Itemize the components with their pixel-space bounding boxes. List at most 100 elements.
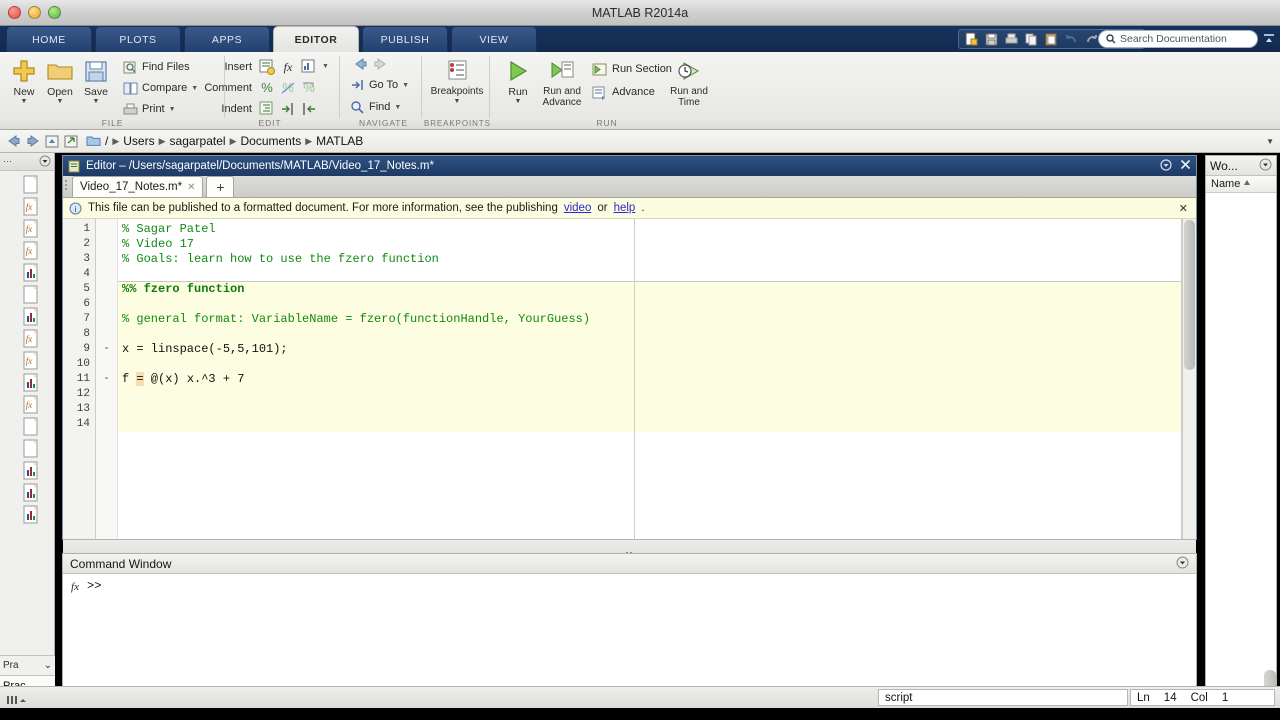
undock-icon[interactable] xyxy=(1160,158,1172,174)
breakpoint-slot[interactable] xyxy=(96,252,117,267)
go-to-caret[interactable]: ▼ xyxy=(402,82,409,89)
dock-grip-icon[interactable] xyxy=(6,694,28,706)
file-blank-icon[interactable] xyxy=(22,175,40,195)
breakpoint-slot[interactable] xyxy=(96,417,117,432)
code-line[interactable] xyxy=(118,327,1181,342)
editor-vertical-scrollbar[interactable] xyxy=(1182,219,1196,539)
run-and-time-button[interactable]: Run and Time xyxy=(664,56,714,108)
compare-button[interactable]: Compare ▼ xyxy=(122,80,198,96)
breadcrumb-item-matlab[interactable]: MATLAB xyxy=(316,134,363,148)
code-line[interactable] xyxy=(118,267,1181,282)
nav-back-icon[interactable] xyxy=(4,132,23,151)
close-tab-icon[interactable]: ✕ xyxy=(187,182,195,193)
code-line[interactable] xyxy=(118,402,1181,417)
breakpoint-slot[interactable] xyxy=(96,222,117,237)
breakpoint-slot[interactable]: - xyxy=(96,372,117,387)
figure-chart-icon[interactable] xyxy=(22,483,40,503)
breakpoint-slot[interactable] xyxy=(96,267,117,282)
run-and-advance-button[interactable]: Run and Advance xyxy=(536,56,588,108)
new-script-icon[interactable] xyxy=(963,31,980,48)
minimize-window-button[interactable] xyxy=(28,6,41,19)
command-window-body[interactable]: fx >> xyxy=(63,574,1196,603)
function-fx-icon[interactable]: fx xyxy=(22,351,40,371)
comment-icon[interactable]: % xyxy=(258,79,276,97)
publishing-video-link[interactable]: video xyxy=(564,202,592,214)
breadcrumb-root[interactable]: / xyxy=(105,134,108,148)
code-line[interactable]: % Goals: learn how to use the fzero func… xyxy=(118,252,1181,267)
breakpoint-slot[interactable] xyxy=(96,297,117,312)
file-blank-icon[interactable] xyxy=(22,285,40,305)
command-window[interactable]: Command Window fx >> xyxy=(62,553,1197,693)
open-button[interactable]: Open ▼ xyxy=(40,56,80,106)
code-line[interactable]: % Sagar Patel xyxy=(118,222,1181,237)
figure-chart-icon[interactable] xyxy=(22,461,40,481)
folder-name-truncated-row[interactable]: Pra ⌄ xyxy=(0,655,55,675)
folder-file-icons[interactable]: fx fx fx fx fx fx xyxy=(0,171,54,661)
breadcrumb-item-sagarpatel[interactable]: sagarpatel xyxy=(170,134,226,148)
file-blank-icon[interactable] xyxy=(22,439,40,459)
indent-left-icon[interactable] xyxy=(300,100,318,118)
function-fx-icon[interactable]: fx xyxy=(22,329,40,349)
insert-function-icon[interactable]: fx xyxy=(279,58,297,76)
back-arrow-icon[interactable] xyxy=(351,56,369,74)
code-line[interactable] xyxy=(118,357,1181,372)
code-line[interactable] xyxy=(118,417,1181,432)
code-editor-area[interactable]: 1 2 3 4 5 6 7 8 9 10 11 12 13 14 -- % Sagar Patel% Vi… xyxy=(63,219,1196,539)
insert-text-icon[interactable] xyxy=(258,58,276,76)
breadcrumb-item-documents[interactable]: Documents xyxy=(241,134,302,148)
close-window-button[interactable] xyxy=(8,6,21,19)
collapse-ribbon-icon[interactable] xyxy=(1262,32,1276,46)
indent-right-icon[interactable] xyxy=(279,100,297,118)
insert-data-icon[interactable] xyxy=(300,58,318,76)
find-button[interactable]: Find ▼ xyxy=(349,99,401,115)
code-line[interactable]: x = linspace(-5,5,101); xyxy=(118,342,1181,357)
code-line[interactable]: % Video 17 xyxy=(118,237,1181,252)
browse-folder-icon[interactable] xyxy=(61,132,80,151)
tab-home[interactable]: HOME xyxy=(6,26,92,52)
function-fx-icon[interactable]: fx xyxy=(22,241,40,261)
insert-caret[interactable]: ▼ xyxy=(322,63,329,70)
breakpoints-caret[interactable]: ▼ xyxy=(427,98,487,106)
paste-icon[interactable] xyxy=(1043,31,1060,48)
smart-indent-icon[interactable] xyxy=(258,100,276,118)
tab-view[interactable]: VIEW xyxy=(451,26,537,52)
breakpoint-slot[interactable] xyxy=(96,402,117,417)
run-button[interactable]: Run ▼ xyxy=(498,56,538,106)
editor-tab-video17notes[interactable]: Video_17_Notes.m* ✕ xyxy=(72,176,204,197)
tab-plots[interactable]: PLOTS xyxy=(95,26,181,52)
chevron-down-icon[interactable]: ⌄ xyxy=(44,660,52,671)
breadcrumb-item-users[interactable]: Users xyxy=(123,134,154,148)
print-button[interactable]: Print ▼ xyxy=(122,101,176,117)
tab-editor[interactable]: EDITOR xyxy=(273,26,359,52)
run-section-button[interactable]: Run Section xyxy=(592,61,672,77)
save-button-caret[interactable]: ▼ xyxy=(76,98,116,106)
publishing-help-link[interactable]: help xyxy=(614,202,636,214)
new-button-caret[interactable]: ▼ xyxy=(4,98,44,106)
tab-apps[interactable]: APPS xyxy=(184,26,270,52)
breakpoint-slot[interactable] xyxy=(96,282,117,297)
tab-drag-grip[interactable] xyxy=(63,175,72,197)
breakpoint-slot[interactable] xyxy=(96,312,117,327)
breakpoint-slot[interactable]: - xyxy=(96,342,117,357)
breadcrumb-dropdown-icon[interactable]: ▼ xyxy=(1266,137,1274,146)
code-line[interactable]: % general format: VariableName = fzero(f… xyxy=(118,312,1181,327)
window-controls[interactable] xyxy=(8,6,61,19)
tab-publish[interactable]: PUBLISH xyxy=(362,26,448,52)
panel-dropdown-icon[interactable] xyxy=(39,155,51,169)
breakpoint-slot[interactable] xyxy=(96,357,117,372)
panel-menu-icon[interactable]: ⋯ xyxy=(3,156,12,167)
nav-forward-icon[interactable] xyxy=(23,132,42,151)
function-fx-icon[interactable]: fx xyxy=(22,219,40,239)
find-caret[interactable]: ▼ xyxy=(394,104,401,111)
figure-chart-icon[interactable] xyxy=(22,263,40,283)
wrap-comment-icon[interactable]: % xyxy=(300,79,318,97)
up-folder-icon[interactable] xyxy=(42,132,61,151)
breakpoints-button[interactable]: Breakpoints ▼ xyxy=(427,56,487,106)
search-documentation-field[interactable]: Search Documentation xyxy=(1098,30,1258,48)
save-button[interactable]: Save ▼ xyxy=(76,56,116,106)
workspace-dropdown-icon[interactable] xyxy=(1259,158,1272,174)
open-button-caret[interactable]: ▼ xyxy=(40,98,80,106)
new-button[interactable]: New ▼ xyxy=(4,56,44,106)
code-line[interactable] xyxy=(118,387,1181,402)
close-icon[interactable] xyxy=(1180,159,1191,173)
